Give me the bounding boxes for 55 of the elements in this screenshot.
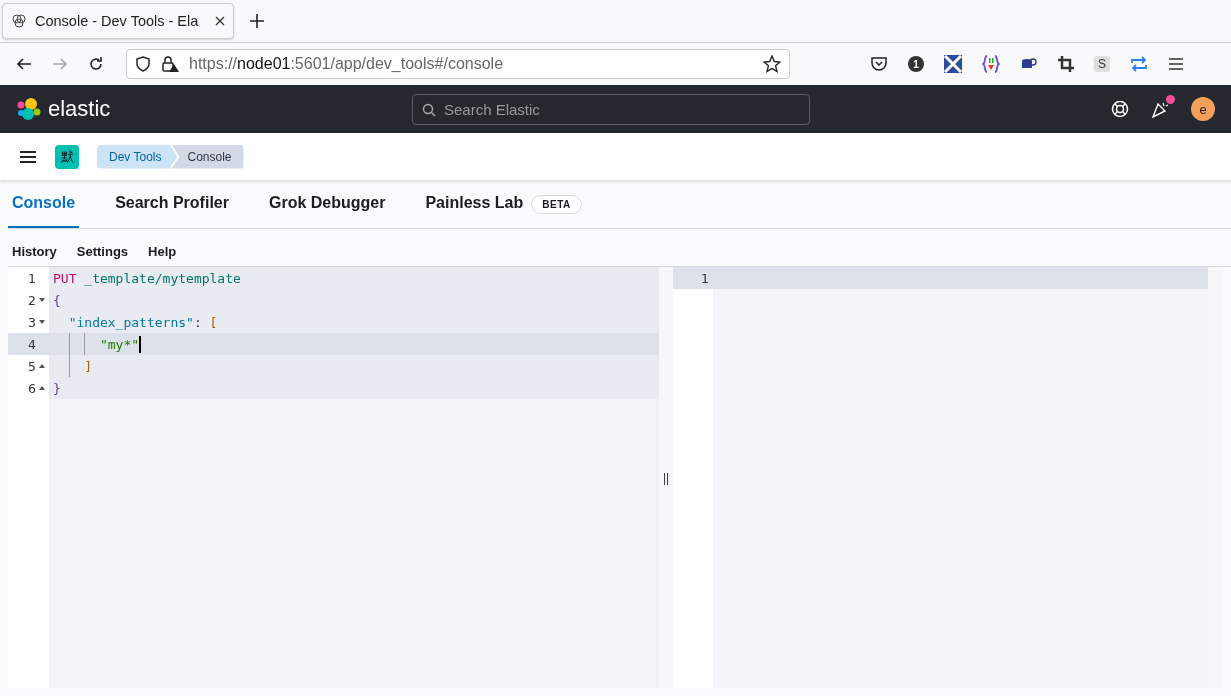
search-icon	[422, 102, 436, 117]
close-icon[interactable]	[215, 16, 225, 26]
fold-icon[interactable]	[39, 298, 45, 302]
line-number: 2	[28, 292, 36, 308]
code-line: PUT _template/mytemplate	[53, 270, 241, 286]
beta-badge: BETA	[531, 194, 582, 214]
lock-warning-icon	[161, 55, 179, 73]
line-number: 1	[701, 270, 709, 286]
line-number: 1	[28, 270, 36, 286]
line-number: 6	[28, 380, 36, 396]
back-icon[interactable]	[16, 56, 32, 72]
extension-letter[interactable]: S	[1094, 56, 1110, 72]
logo-text[interactable]: elastic	[48, 96, 111, 122]
tab[interactable]: Painless Lab	[421, 180, 528, 228]
breadcrumb[interactable]: Console	[171, 144, 244, 169]
star-icon[interactable]	[763, 55, 781, 73]
tab[interactable]: Grok Debugger	[264, 180, 390, 228]
elastic-logo-icon	[16, 96, 42, 122]
line-number: 3	[28, 314, 36, 330]
braces-icon[interactable]	[982, 55, 1000, 73]
sync-icon[interactable]	[1130, 55, 1148, 73]
menu-link[interactable]: Help	[148, 244, 177, 259]
code-line: }	[53, 380, 61, 396]
help-icon[interactable]	[1111, 100, 1129, 118]
code-line: "my*"	[98, 335, 142, 353]
editor-panel[interactable]: 1 2 3 4 5 6 PUT _template/mytemplate { "index_patterns": [ "my*" ] }	[8, 267, 659, 688]
pocket-icon[interactable]	[870, 55, 888, 73]
code-line: ]	[83, 358, 93, 374]
breadcrumb[interactable]: Dev Tools	[97, 144, 178, 169]
address-bar[interactable]: https://node01:5601/app/dev_tools#/console	[126, 49, 790, 79]
reload-icon[interactable]	[88, 56, 104, 72]
tab[interactable]: Search Profiler	[111, 180, 233, 228]
code-line: "index_patterns": [	[67, 314, 218, 330]
new-tab-icon[interactable]	[250, 14, 264, 28]
search-field[interactable]: Search Elastic	[412, 93, 810, 125]
shield-icon	[135, 56, 151, 72]
space-avatar[interactable]: 默	[55, 144, 79, 169]
tab[interactable]: Console	[8, 180, 80, 228]
menu-link[interactable]: History	[12, 244, 57, 259]
line-number: 4	[28, 336, 36, 352]
party-icon[interactable]	[1151, 100, 1169, 118]
user-avatar[interactable]: e	[1191, 97, 1215, 121]
browser-tab[interactable]: Console - Dev Tools - Ela	[2, 3, 234, 39]
fold-icon[interactable]	[39, 320, 45, 324]
line-number: 5	[28, 358, 36, 374]
menu-link[interactable]: Settings	[76, 244, 129, 259]
resize-handle[interactable]: ||	[662, 470, 670, 485]
menu-icon[interactable]	[19, 149, 37, 164]
extension-badge[interactable]: 1	[908, 56, 924, 72]
code-line: {	[53, 292, 61, 308]
crop-icon[interactable]	[1058, 56, 1074, 72]
cross-icon[interactable]	[944, 55, 962, 73]
fold-icon[interactable]	[39, 386, 45, 390]
fold-icon[interactable]	[39, 364, 45, 368]
url-text: https://node01:5601/app/dev_tools#/console	[189, 55, 505, 73]
